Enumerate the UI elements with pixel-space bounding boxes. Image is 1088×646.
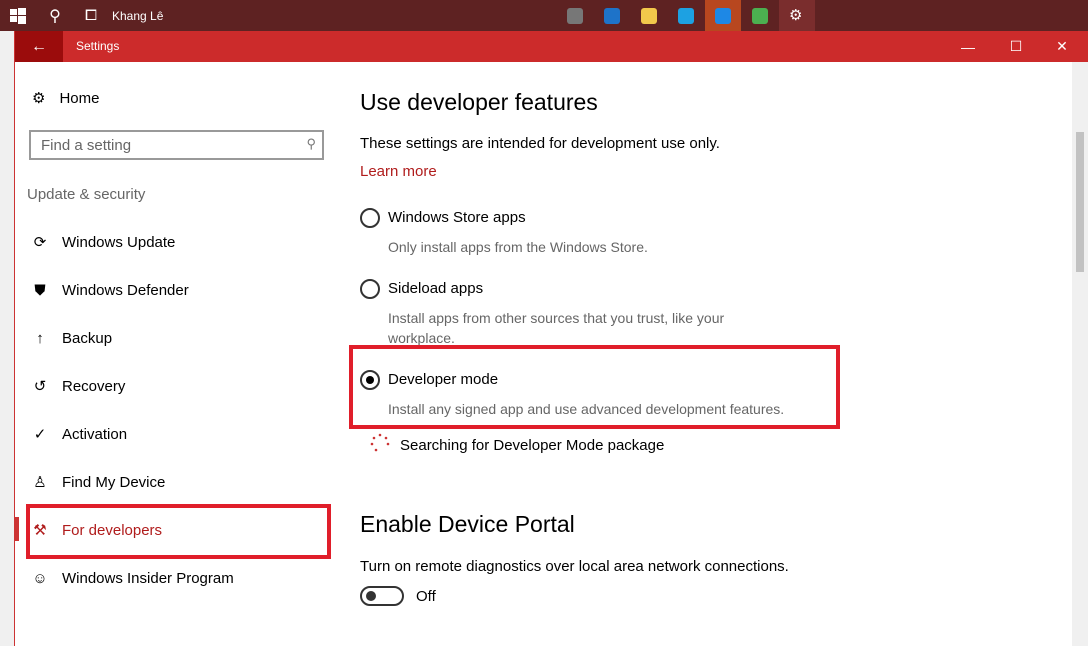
sidebar-item-windows-defender[interactable]: ⛊ Windows Defender	[32, 278, 189, 302]
taskbar: ⚲ ⧠ Khang Lê ⚙	[0, 0, 1088, 31]
sidebar-item-recovery[interactable]: ↺ Recovery	[32, 374, 126, 398]
minimize-button[interactable]: —	[945, 31, 991, 62]
settings-window: ← Settings — ☐ ✕ ⚙ Home Find a setting ⚲ U…	[14, 31, 1088, 646]
back-arrow-icon: ←	[31, 37, 47, 55]
zalo-icon	[715, 7, 731, 24]
device-portal-title: Enable Device Portal	[360, 511, 575, 537]
page-title: Use developer features	[360, 89, 598, 115]
option-description: Install apps from other sources that you…	[388, 310, 725, 346]
sidebar-item-label: Recovery	[62, 377, 126, 395]
taskbar-app-edge[interactable]	[594, 0, 630, 31]
sidebar-item-label: Backup	[62, 329, 113, 347]
option-label: Windows Store apps	[388, 209, 526, 226]
title-bar: ← Settings — ☐ ✕	[15, 31, 1088, 62]
option-description: Only install apps from the Windows Store…	[388, 239, 648, 255]
taskbar-app-skype[interactable]	[668, 0, 704, 31]
category-label: Update & security	[27, 186, 146, 203]
window-title: Settings	[76, 39, 120, 53]
search-icon[interactable]: ⚲	[40, 0, 70, 31]
nav-icon: ↺	[33, 378, 47, 395]
sidebar-item-backup[interactable]: ↑ Backup	[32, 326, 112, 350]
nav-icon: ♙	[33, 474, 47, 491]
status-text: Searching for Developer Mode package	[400, 437, 665, 454]
learn-more-link[interactable]: Learn more	[360, 163, 437, 180]
toggle-state-label: Off	[416, 588, 436, 605]
sidebar-item-label: Windows Insider Program	[62, 569, 234, 587]
scrollbar[interactable]	[1072, 62, 1088, 646]
gear-icon: ⚙	[32, 90, 46, 107]
sidebar-item-windows-insider-program[interactable]: ☺ Windows Insider Program	[32, 566, 234, 590]
nav-icon: ⛊	[34, 281, 46, 299]
start-button[interactable]	[0, 0, 36, 31]
sidebar-item-label: Find My Device	[62, 473, 166, 491]
sidebar-item-label: Windows Defender	[62, 281, 189, 299]
search-input[interactable]: Find a setting ⚲	[29, 130, 324, 160]
search-icon: ⚲	[306, 136, 316, 151]
home-link[interactable]: ⚙ Home	[32, 89, 100, 108]
radio-sideload-apps[interactable]	[360, 279, 380, 299]
user-name: Khang Lê	[112, 8, 164, 23]
sidebar-item-windows-update[interactable]: ⟳ Windows Update	[32, 230, 176, 254]
radio-windows-store-apps[interactable]	[360, 208, 380, 228]
nav-icon: ☺	[32, 569, 48, 587]
sidebar-item-find-my-device[interactable]: ♙ Find My Device	[32, 470, 165, 494]
nav-icon: ⟳	[33, 234, 47, 251]
home-label: Home	[59, 89, 100, 107]
loading-spinner-icon	[370, 433, 390, 452]
file-explorer-icon	[641, 7, 657, 24]
chrome-icon	[752, 7, 768, 24]
windows-logo-icon	[10, 7, 26, 24]
nav-icon: ↑	[36, 329, 44, 347]
nav-icon: ✓	[33, 426, 47, 443]
sidebar-item-label: Activation	[62, 425, 128, 443]
taskbar-app-settings[interactable]: ⚙	[779, 0, 815, 31]
device-portal-description: Turn on remote diagnostics over local ar…	[360, 558, 789, 575]
taskbar-app-zalo[interactable]	[705, 0, 741, 31]
highlight-box-for-developers	[26, 504, 331, 559]
search-placeholder: Find a setting	[41, 136, 132, 154]
close-button[interactable]: ✕	[1039, 31, 1085, 62]
edge-icon	[604, 7, 620, 24]
taskbar-app-file-explorer[interactable]	[631, 0, 667, 31]
highlight-box-developer-mode	[349, 345, 840, 429]
skype-icon	[678, 7, 694, 24]
taskbar-app-tablet-app[interactable]	[557, 0, 593, 31]
tablet-app-icon	[567, 7, 583, 24]
device-portal-toggle[interactable]	[360, 586, 404, 606]
option-label: Sideload apps	[388, 280, 484, 297]
back-button[interactable]: ←	[15, 31, 63, 62]
task-view-icon[interactable]: ⧠	[78, 0, 104, 31]
settings-icon: ⚙	[789, 6, 803, 24]
maximize-button[interactable]: ☐	[993, 31, 1039, 62]
taskbar-app-chrome[interactable]	[742, 0, 778, 31]
intro-text: These settings are intended for developm…	[360, 135, 720, 152]
sidebar-item-activation[interactable]: ✓ Activation	[32, 422, 127, 446]
active-indicator	[15, 517, 19, 541]
sidebar-item-label: Windows Update	[62, 233, 176, 251]
scrollbar-thumb[interactable]	[1076, 132, 1084, 272]
